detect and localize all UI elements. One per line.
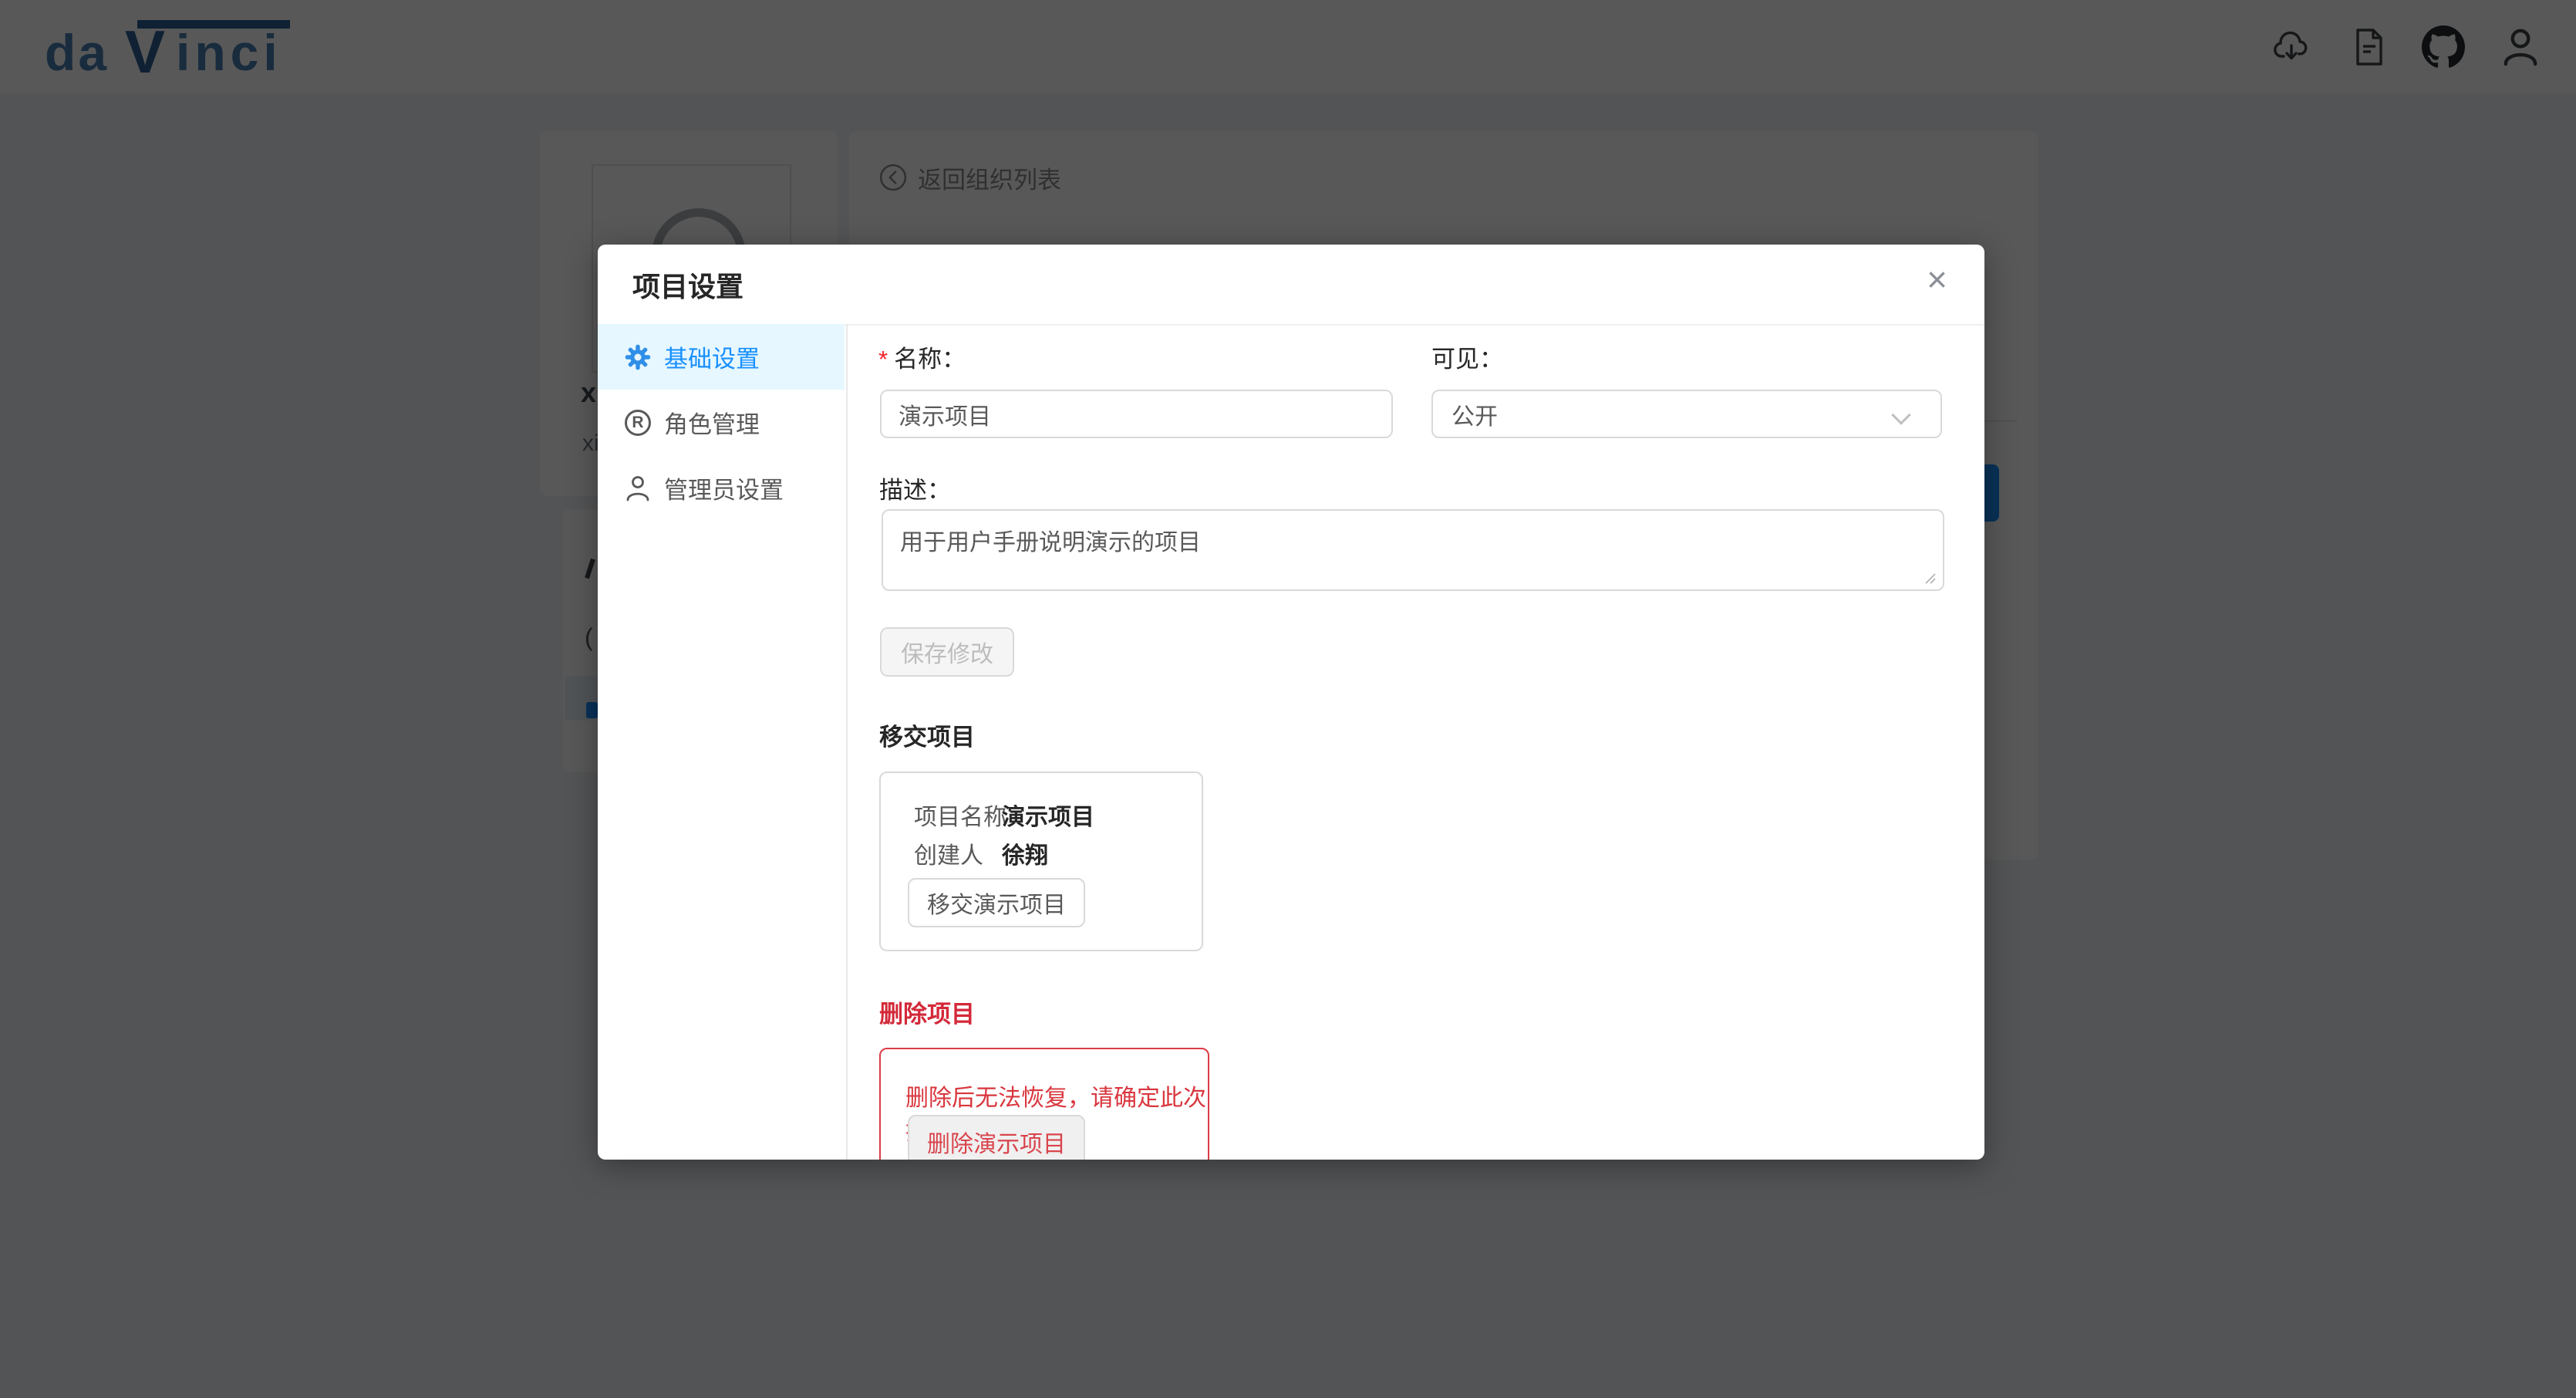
name-field-label: *名称： <box>878 339 966 374</box>
transfer-project-box: 项目名称 演示项目 创建人 徐翔 移交演示项目 <box>879 772 1203 951</box>
delete-section-heading: 删除项目 <box>879 994 975 1029</box>
person-icon <box>622 474 653 502</box>
modal-title: 项目设置 <box>632 245 743 324</box>
visibility-select[interactable]: 公开 <box>1431 390 1942 438</box>
transfer-section-heading: 移交项目 <box>879 718 975 752</box>
sidebar-item-basic-settings[interactable]: 基础设置 <box>598 324 845 390</box>
modal-content: *名称： 可见： 公开 描述： 用于用户手册说明演示的项目 保存修改 移交项目 … <box>846 324 1984 1160</box>
project-settings-modal: 项目设置 × 基础设置 <box>598 245 1984 1160</box>
transfer-creator-row: 创建人 <box>914 836 983 870</box>
sidebar-item-label: 基础设置 <box>664 339 760 374</box>
modal-sidebar: 基础设置 R 角色管理 管理员设置 <box>598 324 848 1160</box>
gear-icon <box>622 343 653 371</box>
close-icon[interactable]: × <box>1927 262 1947 297</box>
registered-icon: R <box>622 410 653 436</box>
chevron-down-icon <box>1891 405 1910 424</box>
description-field-label: 描述： <box>879 471 951 505</box>
project-name-input[interactable] <box>880 390 1393 438</box>
sidebar-item-admin-settings[interactable]: 管理员设置 <box>598 455 845 521</box>
description-textarea[interactable]: 用于用户手册说明演示的项目 <box>882 509 1944 591</box>
transfer-project-name-value: 演示项目 <box>1002 798 1094 832</box>
visibility-field-label: 可见： <box>1431 339 1503 374</box>
app-root: da V inci <box>0 0 2576 1398</box>
delete-project-button[interactable]: 删除演示项目 <box>908 1115 1085 1160</box>
required-mark: * <box>878 346 888 373</box>
visibility-selected-value: 公开 <box>1452 397 1498 431</box>
save-changes-button[interactable]: 保存修改 <box>880 627 1014 677</box>
transfer-creator-value: 徐翔 <box>1002 836 1048 870</box>
transfer-project-button[interactable]: 移交演示项目 <box>908 878 1085 927</box>
sidebar-item-label: 管理员设置 <box>664 471 784 505</box>
sidebar-item-role-management[interactable]: R 角色管理 <box>598 390 845 455</box>
modal-header: 项目设置 × <box>598 245 1984 326</box>
delete-project-box: 删除后无法恢复，请确定此次操作 删除演示项目 <box>879 1048 1209 1160</box>
transfer-project-name-row: 项目名称 <box>914 798 1006 832</box>
sidebar-item-label: 角色管理 <box>664 405 760 440</box>
